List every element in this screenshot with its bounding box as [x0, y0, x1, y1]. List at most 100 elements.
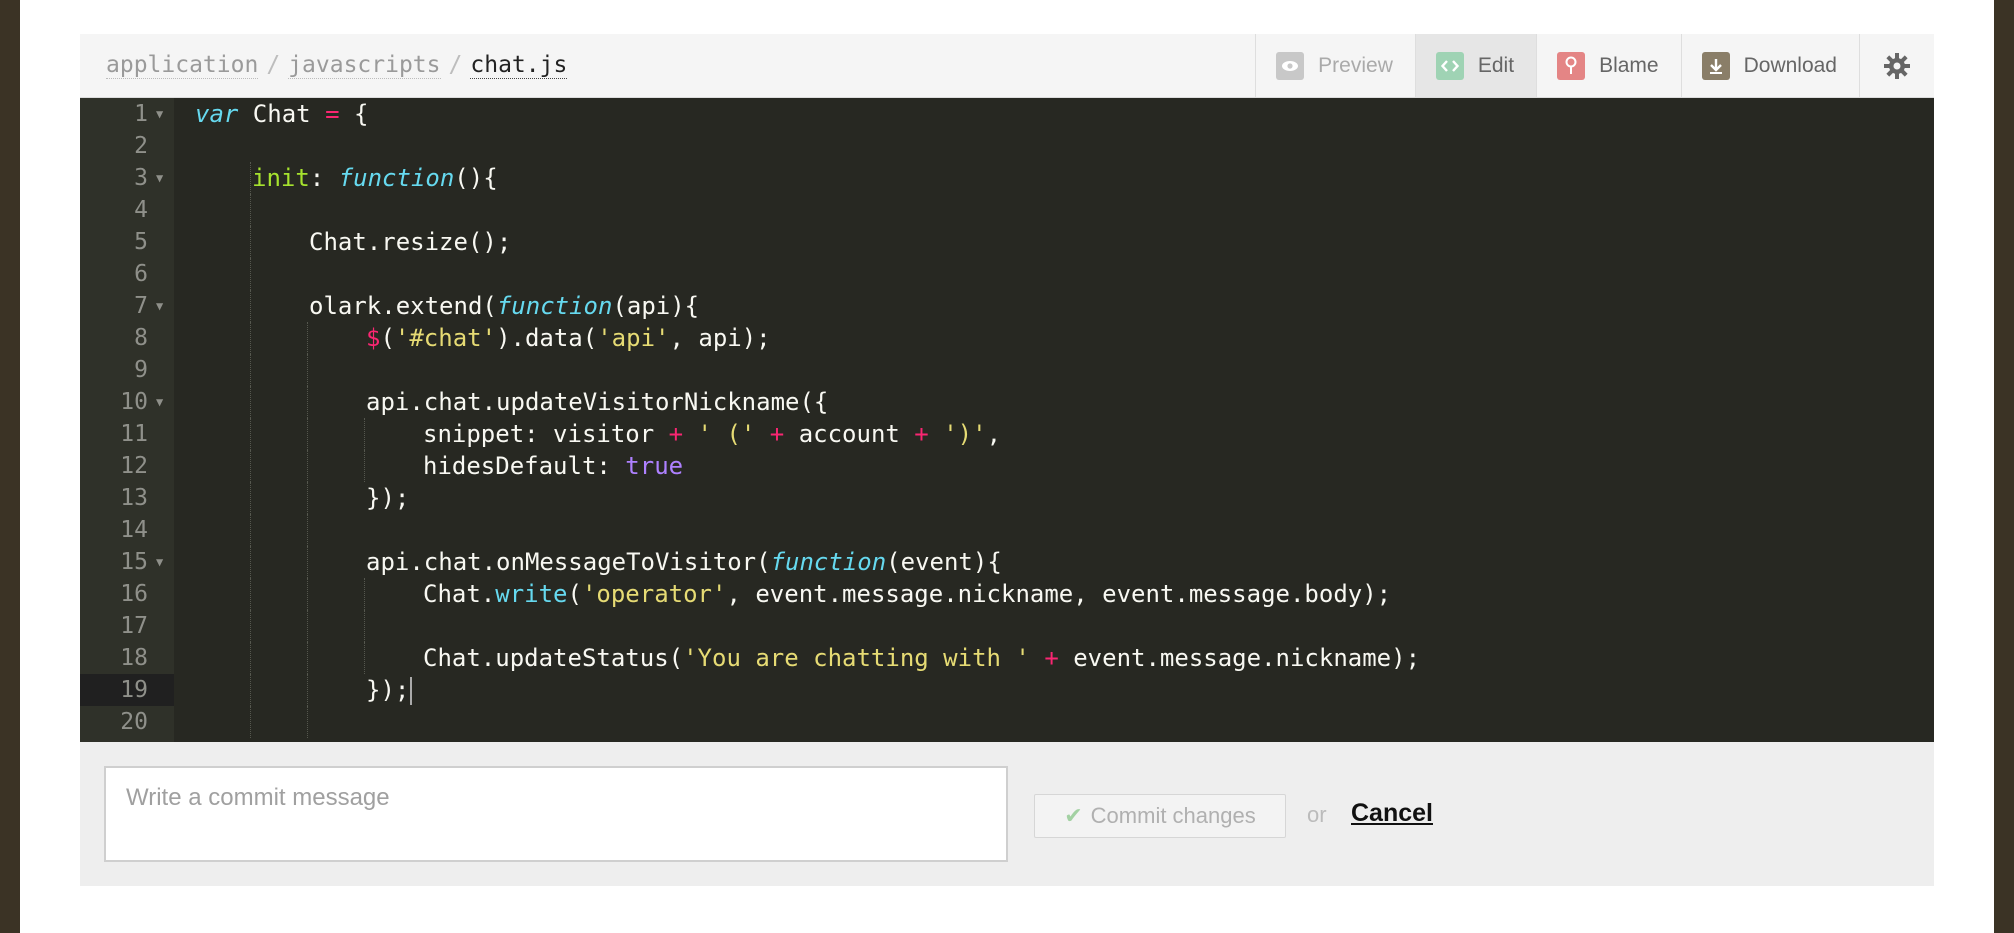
line-number: 17	[120, 613, 148, 639]
indent-guide	[250, 450, 251, 482]
line-number: 4	[134, 197, 148, 223]
code-token: $	[366, 324, 381, 352]
code-text: var Chat = {	[195, 98, 368, 130]
pin-icon	[1557, 51, 1586, 80]
code-line[interactable]: 5 Chat.resize();	[80, 226, 1934, 258]
code-text: });	[366, 482, 409, 514]
breadcrumb-separator: /	[266, 52, 281, 78]
code-token: (	[380, 324, 395, 352]
commit-changes-button[interactable]: ✔ Commit changes	[1034, 794, 1286, 838]
code-token: account	[784, 420, 915, 448]
indent-guide	[364, 642, 365, 674]
code-token: function	[496, 292, 613, 320]
indent-guide	[307, 610, 308, 642]
code-line[interactable]: 13});	[80, 482, 1934, 514]
download-label: Download	[1743, 53, 1837, 77]
code-token: snippet: visitor	[423, 420, 669, 448]
line-number: 7	[134, 293, 148, 319]
code-icon	[1435, 51, 1464, 80]
line-number-cell: 7 ▼	[80, 290, 174, 322]
code-line[interactable]: 1 ▼ var Chat = {	[80, 98, 1934, 130]
code-line[interactable]: 16 Chat.write('operator', event.message.n…	[80, 578, 1934, 610]
code-text: api.chat.updateVisitorNickname({	[366, 386, 828, 418]
code-line[interactable]: 19});	[80, 674, 1934, 706]
line-number-cell: 4	[80, 194, 174, 226]
code-token: Chat.resize();	[309, 228, 512, 256]
code-line[interactable]: 3 ▼ init: function(){	[80, 162, 1934, 194]
line-number-cell: 14	[80, 514, 174, 546]
indent-guide	[307, 546, 308, 578]
blame-button[interactable]: Blame	[1536, 34, 1681, 97]
code-line[interactable]: 11 snippet: visitor + ' (' + account + ')…	[80, 418, 1934, 450]
code-token: , api);	[669, 324, 771, 352]
code-line[interactable]: 20	[80, 706, 1934, 738]
blame-label: Blame	[1599, 53, 1659, 77]
code-line[interactable]: 14	[80, 514, 1934, 546]
code-line[interactable]: 10 ▼ api.chat.updateVisitorNickname({	[80, 386, 1934, 418]
indent-guide	[307, 418, 308, 450]
preview-button[interactable]: Preview	[1255, 34, 1415, 97]
line-number-cell: 18	[80, 642, 174, 674]
line-number: 1	[134, 101, 148, 127]
breadcrumb-application[interactable]: application	[106, 52, 259, 79]
edit-button[interactable]: Edit	[1414, 34, 1537, 97]
code-token: event.message.nickname);	[1058, 644, 1421, 672]
code-token: ,	[986, 420, 1002, 448]
code-line[interactable]: 9	[80, 354, 1934, 386]
cancel-link[interactable]: Cancel	[1351, 796, 1433, 830]
fold-arrow-icon[interactable]: ▼	[156, 546, 163, 578]
line-number: 12	[120, 453, 148, 479]
code-editor[interactable]: 1 ▼ var Chat = {2 3 ▼ init: function(){ 4 5 Chat…	[80, 98, 1934, 742]
code-line[interactable]: 6	[80, 258, 1934, 290]
code-token: '#chat'	[394, 324, 497, 352]
code-token: ' ('	[697, 420, 756, 448]
code-line[interactable]: 18 Chat.updateStatus('You are chatting wi…	[80, 642, 1934, 674]
settings-button[interactable]	[1859, 34, 1934, 97]
checkmark-icon: ✔	[1064, 803, 1083, 828]
fold-arrow-icon[interactable]: ▼	[156, 386, 163, 418]
code-line[interactable]: 17	[80, 610, 1934, 642]
code-text: hidesDefault: true	[423, 450, 683, 482]
code-line[interactable]: 15 ▼ api.chat.onMessageToVisitor(function(…	[80, 546, 1934, 578]
fold-arrow-icon[interactable]: ▼	[156, 162, 163, 194]
or-text: or	[1307, 802, 1327, 827]
preview-label: Preview	[1318, 53, 1393, 77]
line-number-cell: 15 ▼	[80, 546, 174, 578]
fold-arrow-icon[interactable]: ▼	[156, 290, 163, 322]
code-token: 'You are chatting with '	[683, 644, 1030, 672]
code-text: olark.extend(function(api){	[309, 290, 699, 322]
indent-guide	[250, 610, 251, 642]
indent-guide	[307, 450, 308, 482]
line-number: 14	[120, 517, 148, 543]
commit-changes-label: Commit changes	[1090, 803, 1256, 828]
download-button[interactable]: Download	[1680, 34, 1859, 97]
code-line[interactable]: 12 hidesDefault: true	[80, 450, 1934, 482]
indent-guide	[250, 482, 251, 514]
line-number-cell: 9	[80, 354, 174, 386]
code-text: });	[366, 674, 413, 706]
code-line[interactable]: 2	[80, 130, 1934, 162]
code-token: function	[338, 164, 455, 192]
fold-arrow-icon[interactable]: ▼	[156, 98, 163, 130]
code-line[interactable]: 4	[80, 194, 1934, 226]
indent-guide	[250, 514, 251, 546]
download-icon	[1701, 51, 1730, 80]
code-token: Chat	[238, 100, 326, 128]
code-text: snippet: visitor + ' (' + account + ')',	[423, 418, 1001, 450]
line-number-cell: 8	[80, 322, 174, 354]
commit-message-input[interactable]	[104, 766, 1008, 862]
text-cursor	[410, 677, 413, 705]
indent-guide	[307, 322, 308, 354]
code-text: Chat.write('operator', event.message.nic…	[423, 578, 1391, 610]
line-number-cell: 10 ▼	[80, 386, 174, 418]
indent-guide	[307, 482, 308, 514]
indent-guide	[250, 290, 251, 322]
indent-guide	[364, 418, 365, 450]
breadcrumb-current-file[interactable]: chat.js	[470, 52, 568, 79]
line-number: 16	[120, 581, 148, 607]
indent-guide	[364, 578, 365, 610]
code-line[interactable]: 7 ▼ olark.extend(function(api){	[80, 290, 1934, 322]
breadcrumb-javascripts[interactable]: javascripts	[288, 52, 441, 79]
code-line[interactable]: 8 $('#chat').data('api', api);	[80, 322, 1934, 354]
